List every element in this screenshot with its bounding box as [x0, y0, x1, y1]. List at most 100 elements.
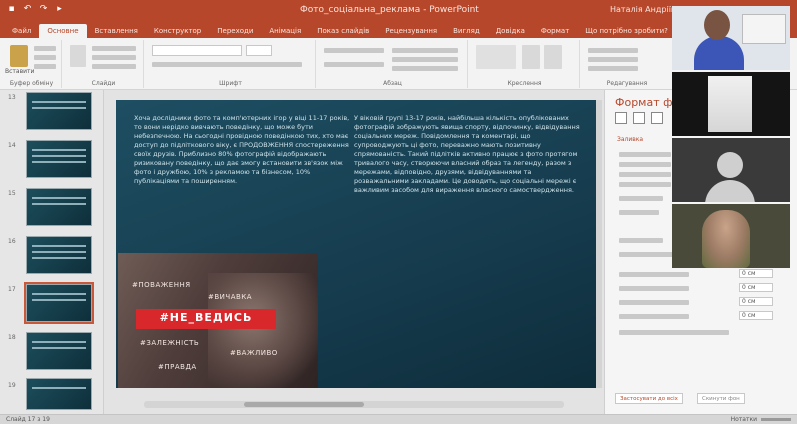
- align-buttons[interactable]: [324, 62, 384, 67]
- video-tile-avatar[interactable]: [672, 138, 790, 202]
- tab-insert[interactable]: Вставлення: [87, 24, 146, 38]
- quick-access-toolbar: ▪ ↶ ↷ ▸: [6, 4, 65, 15]
- pane-tab-icons: [615, 112, 663, 124]
- tab-home[interactable]: Основне: [39, 24, 87, 38]
- offset-bottom-input[interactable]: 0 см: [739, 311, 773, 320]
- paste-button-label: Вставити: [5, 68, 35, 75]
- copy-button[interactable]: [34, 55, 56, 60]
- slideshow-icon[interactable]: ▸: [54, 4, 65, 15]
- list-buttons[interactable]: [324, 48, 384, 53]
- font-family-select[interactable]: [152, 45, 242, 56]
- smartart-button[interactable]: [392, 66, 458, 71]
- video-tile-participant[interactable]: [672, 72, 790, 136]
- thumb-number: 18: [8, 334, 16, 341]
- offset-right-label: [619, 286, 689, 291]
- paste-icon[interactable]: [10, 45, 28, 67]
- new-slide-button[interactable]: [70, 45, 86, 67]
- fill-option-gradient[interactable]: [619, 162, 671, 167]
- replace-button[interactable]: [588, 57, 638, 62]
- avatar-head-icon: [717, 152, 743, 178]
- fill-option-solid[interactable]: [619, 152, 671, 157]
- effects-icon[interactable]: [633, 112, 645, 124]
- redo-icon[interactable]: ↷: [38, 4, 49, 15]
- insert-button[interactable]: [619, 210, 659, 215]
- slide-text-left[interactable]: Хоча дослідники фото та комп'ютерних іго…: [134, 114, 354, 186]
- section-button[interactable]: [92, 64, 136, 69]
- thumb-number: 14: [8, 142, 16, 149]
- save-icon[interactable]: ▪: [6, 4, 17, 15]
- presenter-head: [704, 10, 730, 40]
- status-notes[interactable]: Нотатки: [731, 416, 757, 423]
- tab-slideshow[interactable]: Показ слайдів: [309, 24, 377, 38]
- font-size-select[interactable]: [246, 45, 272, 56]
- offset-left-input[interactable]: 0 см: [739, 269, 773, 278]
- slide-text-right[interactable]: У віковій групі 13-17 років, найбільша к…: [354, 114, 586, 195]
- font-format-buttons[interactable]: [152, 62, 302, 67]
- editing-group-label: Редагування: [606, 80, 648, 87]
- tab-animations[interactable]: Анімація: [261, 24, 309, 38]
- tab-design[interactable]: Конструктор: [146, 24, 209, 38]
- child-video: [702, 210, 750, 268]
- campaign-photo[interactable]: #ПОВАЖЕННЯ #ВИЧАВКА #НЕ_ВЕДИСЬ #ЗАЛЕЖНІС…: [118, 253, 318, 388]
- apply-to-all-button[interactable]: Застосувати до всіх: [615, 393, 683, 404]
- avatar-body-icon: [705, 180, 755, 202]
- drawing-group: Креслення: [470, 40, 580, 88]
- tab-help[interactable]: Довідка: [488, 24, 533, 38]
- fill-section-header[interactable]: Заливка: [617, 136, 643, 143]
- text-direction-button[interactable]: [392, 48, 458, 53]
- arrange-button[interactable]: [522, 45, 540, 69]
- slide-edit-area: Хоча дослідники фото та комп'ютерних іго…: [104, 90, 604, 414]
- photo-tag: #ЗАЛЕЖНІСТЬ: [140, 339, 200, 347]
- offset-top-input[interactable]: 0 см: [739, 297, 773, 306]
- vertical-scrollbar[interactable]: [596, 100, 602, 388]
- offset-right-input[interactable]: 0 см: [739, 283, 773, 292]
- zoom-slider[interactable]: [761, 418, 791, 421]
- slide-thumbnail[interactable]: [26, 332, 92, 370]
- fill-icon[interactable]: [615, 112, 627, 124]
- background-whiteboard: [742, 14, 786, 44]
- offset-bottom-label: [619, 314, 689, 319]
- video-tile-child[interactable]: [672, 204, 790, 268]
- slide-thumbnail[interactable]: [26, 140, 92, 178]
- quick-styles-button[interactable]: [544, 45, 562, 69]
- thumb-number: 15: [8, 190, 16, 197]
- tab-format[interactable]: Формат: [533, 24, 577, 38]
- insert-picture-label: [619, 196, 663, 201]
- fill-option-pattern[interactable]: [619, 182, 671, 187]
- undo-icon[interactable]: ↶: [22, 4, 33, 15]
- format-painter-button[interactable]: [34, 64, 56, 69]
- slide-thumbnail[interactable]: [26, 236, 92, 274]
- transparency-label: [619, 238, 663, 243]
- current-slide[interactable]: Хоча дослідники фото та комп'ютерних іго…: [116, 100, 600, 388]
- photo-person: [208, 273, 318, 388]
- slide-thumbnail[interactable]: [26, 92, 92, 130]
- tell-me-search[interactable]: Що потрібно зробити?: [577, 24, 676, 38]
- align-text-button[interactable]: [392, 57, 458, 62]
- slide-thumbnail[interactable]: [26, 188, 92, 226]
- select-button[interactable]: [588, 66, 638, 71]
- reset-button[interactable]: [92, 55, 136, 60]
- tab-review[interactable]: Рецензування: [377, 24, 445, 38]
- font-group: Шрифт: [146, 40, 316, 88]
- scroll-thumb[interactable]: [244, 402, 364, 407]
- horizontal-scrollbar[interactable]: [144, 401, 564, 408]
- slide-thumbnail-selected[interactable]: [24, 282, 94, 324]
- tab-file[interactable]: Файл: [4, 24, 39, 38]
- picture-icon[interactable]: [651, 112, 663, 124]
- slide-thumbnail[interactable]: [26, 378, 92, 410]
- offset-left-label: [619, 272, 689, 277]
- fill-option-picture[interactable]: [619, 172, 671, 177]
- tab-view[interactable]: Вигляд: [445, 24, 488, 38]
- photo-tag: #ВАЖЛИВО: [230, 349, 278, 357]
- slide-counter: Слайд 17 з 19: [6, 416, 50, 423]
- video-tile-presenter[interactable]: [672, 6, 790, 70]
- hide-background-checkbox[interactable]: [619, 330, 729, 335]
- layout-button[interactable]: [92, 46, 136, 51]
- find-button[interactable]: [588, 48, 638, 53]
- reset-background-button[interactable]: Скинути фон: [697, 393, 745, 404]
- participant-video: [708, 76, 752, 132]
- tab-transitions[interactable]: Переходи: [209, 24, 261, 38]
- shapes-gallery[interactable]: [476, 45, 516, 69]
- cut-button[interactable]: [34, 46, 56, 51]
- document-title: Фото_соціальна_реклама - PowerPoint: [300, 5, 479, 15]
